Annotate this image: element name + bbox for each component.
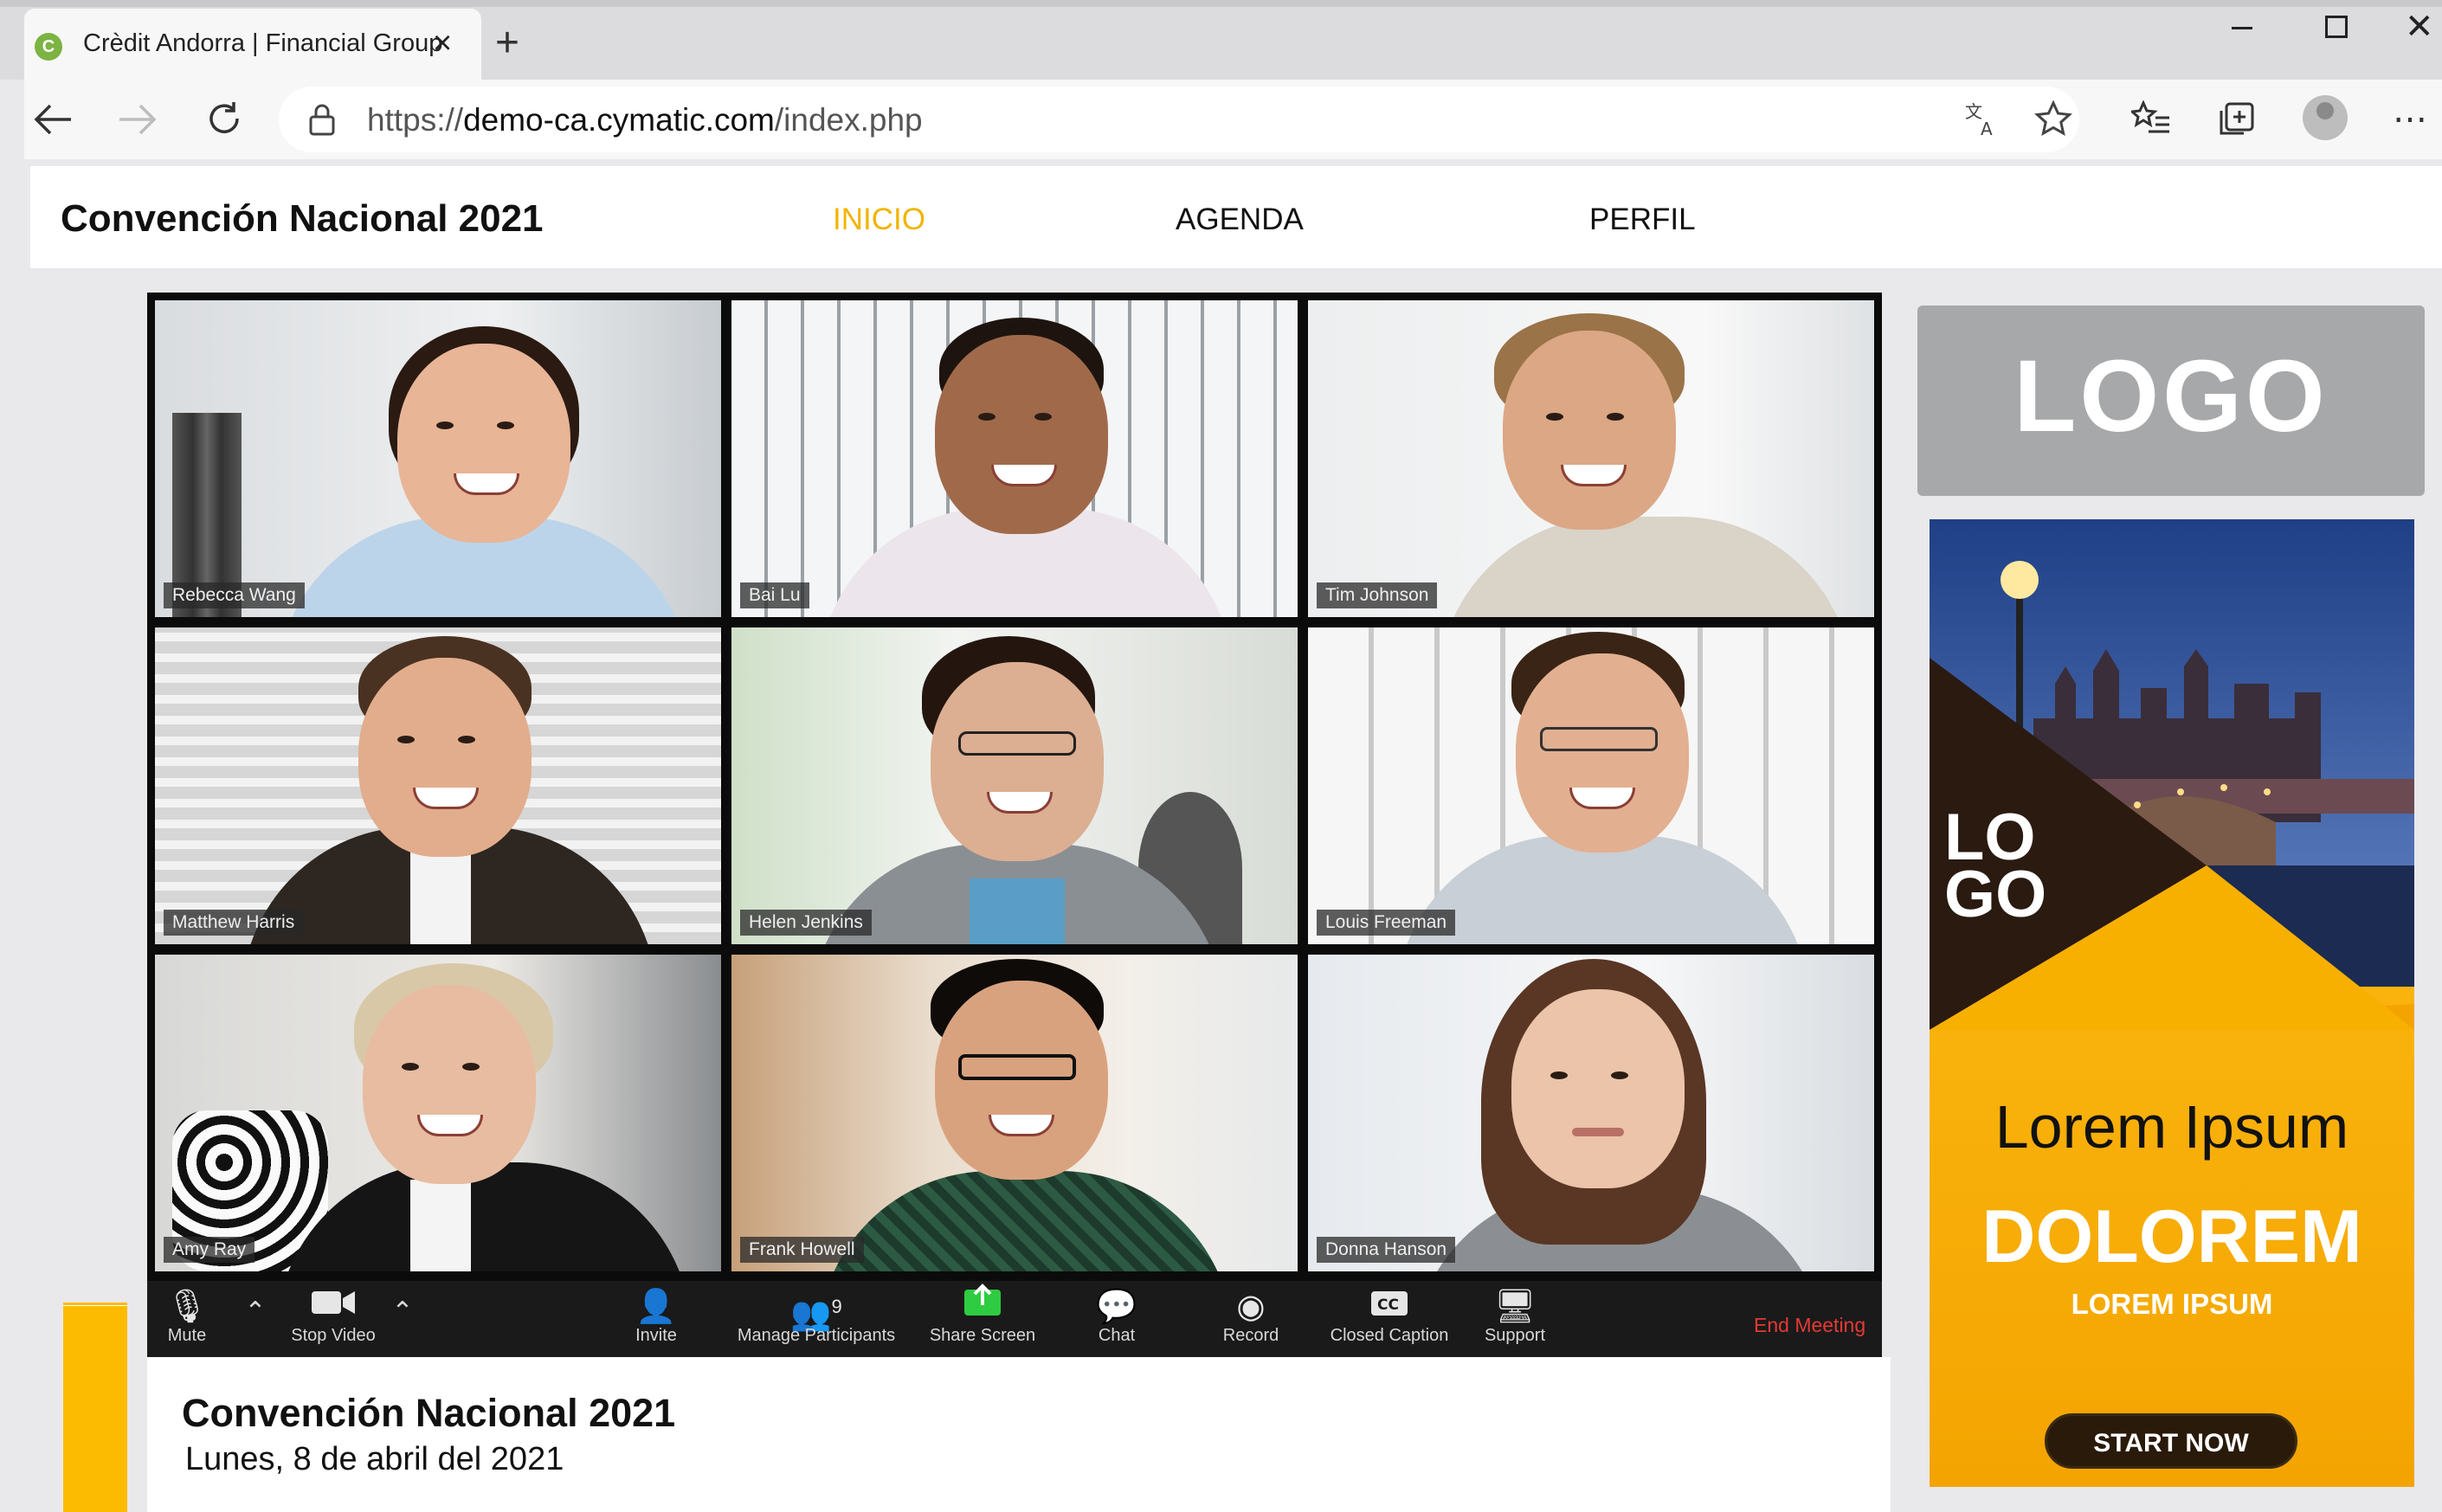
event-title: Convención Nacional 2021 [182,1391,676,1435]
logo-text: LOGO [2014,339,2329,454]
refresh-icon[interactable] [204,99,244,145]
site-title: Convención Nacional 2021 [61,197,544,240]
participant-name: Tim Johnson [1317,582,1438,608]
translate-icon[interactable]: 文A [1965,100,2000,146]
chat-button[interactable]: 💬 Chat [1082,1281,1151,1346]
accent-bar [63,1306,127,1512]
participant-tile[interactable]: Bai Lu [731,300,1298,617]
ad-headline: DOLOREM [1981,1195,2362,1278]
tab-close-icon[interactable]: × [433,26,452,61]
ad-title: Lorem Ipsum [1994,1093,2349,1161]
window-close-icon[interactable]: ✕ [2405,7,2434,47]
favorites-icon[interactable] [2129,100,2171,144]
lock-icon[interactable] [308,102,336,141]
star-icon[interactable] [2034,100,2072,144]
new-tab-button[interactable]: + [495,23,519,64]
nav-perfil[interactable]: PERFIL [1589,203,1696,237]
participant-tile[interactable]: Donna Hanson [1308,955,1874,1271]
svg-text:CC: CC [1377,1296,1399,1314]
share-screen-icon [918,1281,1047,1326]
support-icon: 🖥 [1493,1289,1537,1325]
meeting-controls-bar: 🎙 Mute ⌃ Stop Video ⌃ 👤 Invite 👥9 Manage Pa… [147,1281,1882,1357]
svg-text:A: A [1981,119,1993,137]
nav-inicio[interactable]: INICIO [833,203,925,237]
closed-caption-button[interactable]: CC Closed Caption [1316,1281,1463,1346]
participant-name: Matthew Harris [164,910,304,936]
window-minimize-icon[interactable] [2232,27,2252,29]
back-icon[interactable] [33,102,73,144]
share-screen-button[interactable]: Share Screen [918,1281,1047,1346]
event-date: Lunes, 8 de abril del 2021 [185,1441,564,1477]
mute-button[interactable]: 🎙 Mute [161,1281,213,1346]
support-button[interactable]: 🖥 Support [1472,1281,1558,1346]
participant-tile[interactable]: Louis Freeman [1308,627,1874,944]
forward-icon[interactable] [118,102,158,144]
participant-name: Bai Lu [740,582,809,608]
ad-tint [1930,519,2414,1487]
participant-name: Louis Freeman [1317,910,1456,936]
audio-options-chevron-icon[interactable]: ⌃ [242,1296,268,1327]
participant-name: Helen Jenkins [740,910,872,936]
participants-icon: 👥9 [790,1296,842,1333]
participant-tile[interactable]: Rebecca Wang [155,300,721,617]
advertisement-banner[interactable] [1930,519,2414,1487]
participant-tile[interactable]: Frank Howell [731,955,1298,1271]
participant-tile[interactable]: Tim Johnson [1308,300,1874,617]
participant-tile[interactable]: Matthew Harris [155,627,721,944]
ad-subheadline: LOREM IPSUM [2071,1288,2273,1320]
end-meeting-button[interactable]: End Meeting [1754,1314,1865,1337]
site-favicon-icon: C [35,33,62,61]
participant-name: Rebecca Wang [164,582,305,608]
ad-logo: LO GO [1944,801,2047,931]
collections-icon[interactable] [2218,100,2256,144]
more-icon[interactable]: ⋯ [2393,100,2427,138]
tab-title: Crèdit Andorra | Financial Group [83,29,443,57]
video-camera-icon [277,1281,390,1326]
record-button[interactable]: ◉ Record [1212,1281,1290,1346]
invite-user-icon: 👤 [635,1289,677,1325]
microphone-icon: 🎙 [165,1289,209,1325]
closed-caption-icon: CC [1316,1281,1463,1326]
start-now-button[interactable]: START NOW [2045,1413,2297,1469]
svg-text:文: 文 [1965,101,1982,122]
stop-video-button[interactable]: Stop Video [277,1281,390,1346]
invite-button[interactable]: 👤 Invite [622,1281,691,1346]
profile-icon[interactable] [2303,95,2348,140]
nav-agenda[interactable]: AGENDA [1176,203,1304,237]
participant-name: Donna Hanson [1317,1237,1456,1263]
participant-name: Frank Howell [740,1237,864,1263]
window-maximize-icon[interactable] [2325,16,2348,38]
chat-bubble-icon: 💬 [1096,1289,1137,1325]
manage-participants-button[interactable]: 👥9 Manage Participants [725,1281,907,1346]
video-conference-grid: Rebecca Wang Bai Lu Tim Johnson Matthew … [147,293,1882,1357]
participant-tile[interactable]: Helen Jenkins [731,627,1298,944]
record-icon: ◉ [1236,1289,1266,1325]
video-options-chevron-icon[interactable]: ⌃ [390,1296,416,1327]
participant-name: Amy Ray [164,1237,255,1263]
url-text[interactable]: https://demo-ca.cymatic.com/index.php [367,102,923,138]
participant-tile[interactable]: Amy Ray [155,955,721,1271]
